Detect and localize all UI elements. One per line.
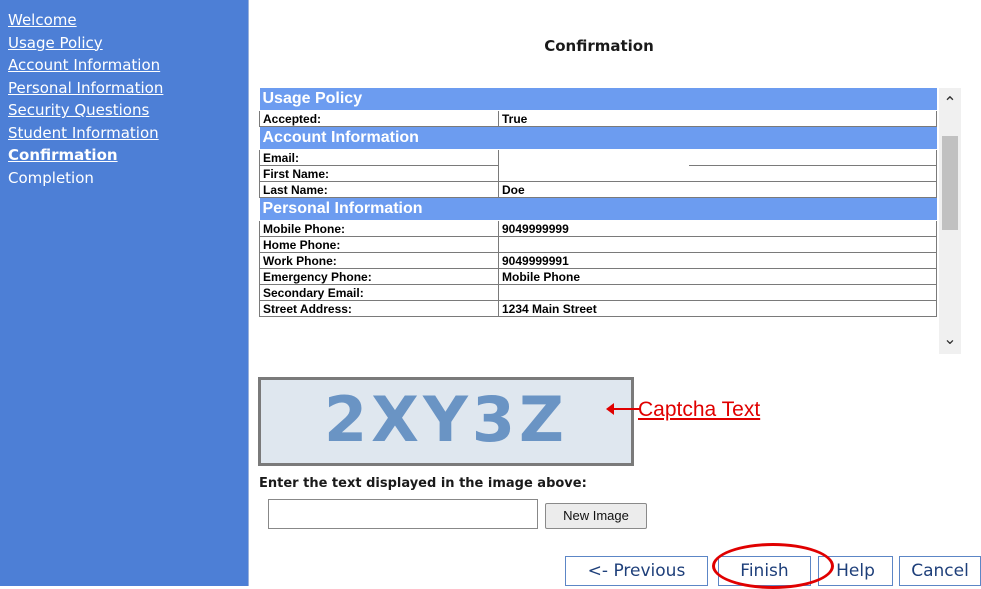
row-label: Secondary Email: <box>259 284 499 301</box>
section-header-personal-information: Personal Information <box>259 197 937 221</box>
sidebar-item-student-information[interactable]: Student Information <box>0 122 248 145</box>
scrollbar-thumb[interactable] <box>942 136 958 230</box>
previous-button[interactable]: <- Previous <box>565 556 708 586</box>
sidebar: Welcome Usage Policy Account Information… <box>0 0 249 586</box>
confirmation-scroll-pane[interactable]: Usage Policy Accepted: True Account Infor… <box>259 88 961 354</box>
redaction-box <box>499 156 689 180</box>
row-value: 1234 Main Street <box>498 300 937 317</box>
row-label: Work Phone: <box>259 252 499 269</box>
sidebar-item-completion: Completion <box>8 168 94 187</box>
row-label: First Name: <box>259 165 499 182</box>
row-value: 9049999991 <box>498 252 937 269</box>
new-image-button[interactable]: New Image <box>545 503 647 529</box>
captcha-image-text: 2XY3Z <box>324 383 568 456</box>
row-value: Doe <box>498 181 937 198</box>
row-value: Mobile Phone <box>498 268 937 285</box>
section-header-account-information: Account Information <box>259 126 937 150</box>
captcha-prompt: Enter the text displayed in the image ab… <box>259 476 587 491</box>
page-title: Confirmation <box>544 37 654 55</box>
table-row: Mobile Phone: 9049999999 <box>259 220 937 237</box>
row-value <box>498 236 937 253</box>
finish-highlight-ring <box>712 543 834 589</box>
captcha-input[interactable] <box>268 499 538 529</box>
row-value: 9049999999 <box>498 220 937 237</box>
chevron-down-icon[interactable]: ⌄ <box>939 324 961 354</box>
captcha-image: 2XY3Z <box>258 377 634 466</box>
row-value: True <box>498 110 937 127</box>
table-row: Home Phone: <box>259 236 937 253</box>
row-value <box>498 284 937 301</box>
table-row: Street Address: 1234 Main Street <box>259 300 937 317</box>
sidebar-item-usage-policy[interactable]: Usage Policy <box>0 32 248 55</box>
sidebar-item-confirmation[interactable]: Confirmation <box>0 144 248 167</box>
cancel-button[interactable]: Cancel <box>899 556 981 586</box>
table-row: Accepted: True <box>259 110 937 127</box>
row-label: Mobile Phone: <box>259 220 499 237</box>
vertical-scrollbar[interactable]: ⌃ ⌄ <box>939 88 961 354</box>
table-row: Last Name: Doe <box>259 181 937 198</box>
row-label: Last Name: <box>259 181 499 198</box>
table-row: Work Phone: 9049999991 <box>259 252 937 269</box>
sidebar-item-personal-information[interactable]: Personal Information <box>0 77 248 100</box>
row-label: Email: <box>259 149 499 166</box>
sidebar-item-security-questions[interactable]: Security Questions <box>0 99 248 122</box>
row-label: Accepted: <box>259 110 499 127</box>
sidebar-item-account-information[interactable]: Account Information <box>0 54 248 77</box>
row-label: Street Address: <box>259 300 499 317</box>
sidebar-item-welcome[interactable]: Welcome <box>0 9 248 32</box>
arrow-left-icon <box>606 403 640 415</box>
chevron-up-icon[interactable]: ⌃ <box>939 88 961 118</box>
row-label: Home Phone: <box>259 236 499 253</box>
table-row: Emergency Phone: Mobile Phone <box>259 268 937 285</box>
captcha-annotation-label: Captcha Text <box>638 398 761 421</box>
table-row: Secondary Email: <box>259 284 937 301</box>
confirmation-table: Usage Policy Accepted: True Account Infor… <box>259 88 937 317</box>
row-label: Emergency Phone: <box>259 268 499 285</box>
section-header-usage-policy: Usage Policy <box>259 88 937 111</box>
